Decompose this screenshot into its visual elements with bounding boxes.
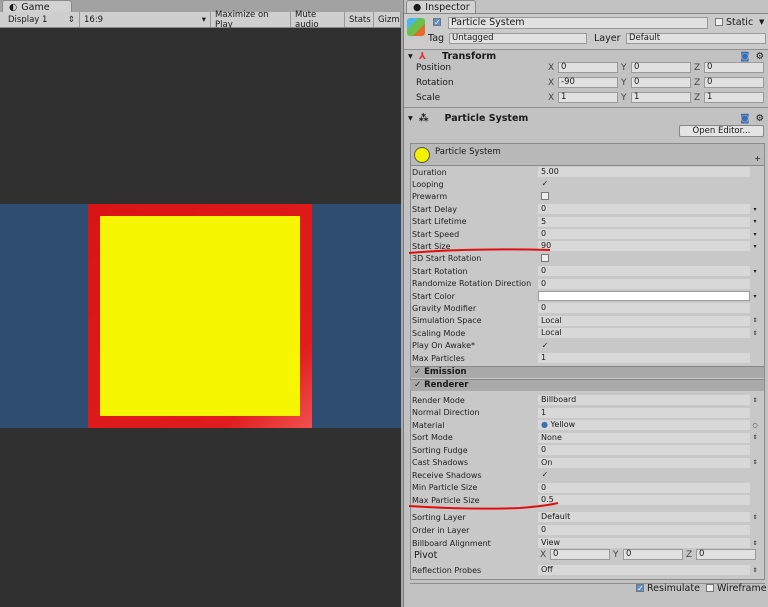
red-underline-start-size: [408, 248, 551, 254]
annotation-overlay: [408, 248, 559, 510]
red-underline-max-particle-size: [408, 502, 559, 510]
